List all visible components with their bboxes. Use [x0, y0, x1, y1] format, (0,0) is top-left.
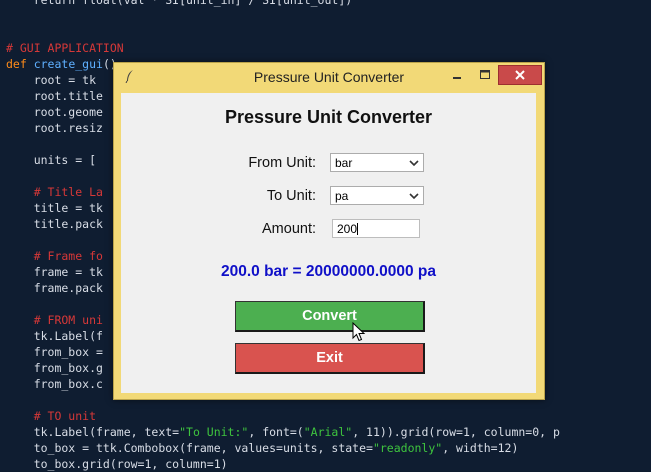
window-titlebar[interactable]: Pressure Unit Converter [114, 63, 544, 91]
code-token: units = [ [6, 153, 97, 167]
app-heading: Pressure Unit Converter [224, 107, 433, 127]
code-line: frame = tk [6, 264, 103, 280]
to-unit-label: To Unit: [266, 188, 316, 204]
code-token: frame.pack [6, 281, 103, 295]
code-token: to_box = ttk.Combobox(frame, values=unit… [6, 441, 373, 455]
code-token: "Arial" [303, 425, 353, 439]
amount-value: 200 [337, 222, 358, 236]
code-line: # TO unit [6, 408, 96, 424]
code-token: "readonly" [372, 441, 443, 455]
code-token: # Frame fo [6, 249, 103, 263]
code-line: # Frame fo [6, 248, 103, 264]
maximize-icon [480, 70, 490, 79]
dropdown-arrow-icon [409, 160, 419, 167]
exit-button[interactable]: Exit [235, 343, 425, 374]
close-button[interactable] [498, 65, 542, 85]
minimize-button[interactable] [444, 66, 470, 86]
from-unit-value: bar [335, 156, 353, 170]
code-line: to_box = ttk.Combobox(frame, values=unit… [6, 440, 519, 456]
mouse-pointer-icon [352, 322, 366, 342]
code-token: frame = tk [6, 265, 103, 279]
code-line: tk.Label(frame, text="To Unit:", font=("… [6, 424, 560, 440]
amount-label: Amount: [262, 221, 316, 237]
app-body: Pressure Unit Converter From Unit: bar T… [121, 93, 536, 393]
code-token: title.pack [6, 217, 103, 231]
code-token: # GUI APPLICATION [6, 41, 124, 55]
code-line: # Title La [6, 184, 103, 200]
code-line: frame.pack [6, 280, 103, 296]
code-token: title = tk [6, 201, 103, 215]
minimize-icon [453, 77, 461, 79]
code-line: title.pack [6, 216, 103, 232]
code-token: to_box.grid(row=1, column=1) [6, 457, 228, 471]
from-unit-combobox[interactable]: bar [330, 153, 424, 172]
code-token: root.title [6, 89, 103, 103]
code-token: return float(val * SI[unit_in] / SI[unit… [6, 0, 353, 7]
code-token: from_box = [6, 345, 103, 359]
code-token: , font=( [248, 425, 304, 439]
result-text: 200.0 bar = 20000000.0000 pa [220, 263, 437, 280]
to-unit-value: pa [335, 189, 349, 203]
code-token: tk.Label(f [6, 329, 103, 343]
app-window: Pressure Unit Converter Pressure Unit Co… [113, 62, 545, 400]
code-line: units = [ [6, 152, 96, 168]
code-token: "To Unit:" [179, 425, 249, 439]
code-line: root.resiz [6, 120, 103, 136]
text-caret [357, 223, 358, 235]
code-line: to_box.grid(row=1, column=1) [6, 456, 228, 472]
code-token: tk.Label(frame, text= [6, 425, 180, 439]
code-token: , width=12) [442, 441, 519, 455]
code-line: root = tk [6, 72, 96, 88]
maximize-button[interactable] [472, 66, 498, 86]
code-token: , 11)).grid(row=1, column=0, p [352, 425, 560, 439]
close-icon [515, 70, 525, 80]
convert-button[interactable]: Convert [235, 301, 425, 332]
code-line: from_box.c [6, 376, 103, 392]
code-token: # TO unit [6, 409, 97, 423]
code-line: from_box.g [6, 360, 103, 376]
code-token: root.resiz [6, 121, 103, 135]
code-token: root = tk [6, 73, 97, 87]
code-line: # GUI APPLICATION [6, 40, 124, 56]
to-unit-combobox[interactable]: pa [330, 186, 424, 205]
code-line: def create_gui(): [6, 56, 124, 72]
code-token: from_box.g [6, 361, 103, 375]
amount-input[interactable]: 200 [332, 219, 420, 238]
code-token: # Title La [6, 185, 103, 199]
code-token: def [6, 57, 34, 71]
code-token: from_box.c [6, 377, 103, 391]
code-line: root.title [6, 88, 103, 104]
code-token: root.geome [6, 105, 103, 119]
code-token: # FROM uni [6, 313, 103, 327]
code-line: # FROM uni [6, 312, 103, 328]
code-line: root.geome [6, 104, 103, 120]
from-unit-label: From Unit: [248, 155, 316, 171]
dropdown-arrow-icon [409, 193, 419, 200]
code-token: create_gui [33, 57, 103, 71]
code-line: return float(val * SI[unit_in] / SI[unit… [6, 0, 353, 8]
